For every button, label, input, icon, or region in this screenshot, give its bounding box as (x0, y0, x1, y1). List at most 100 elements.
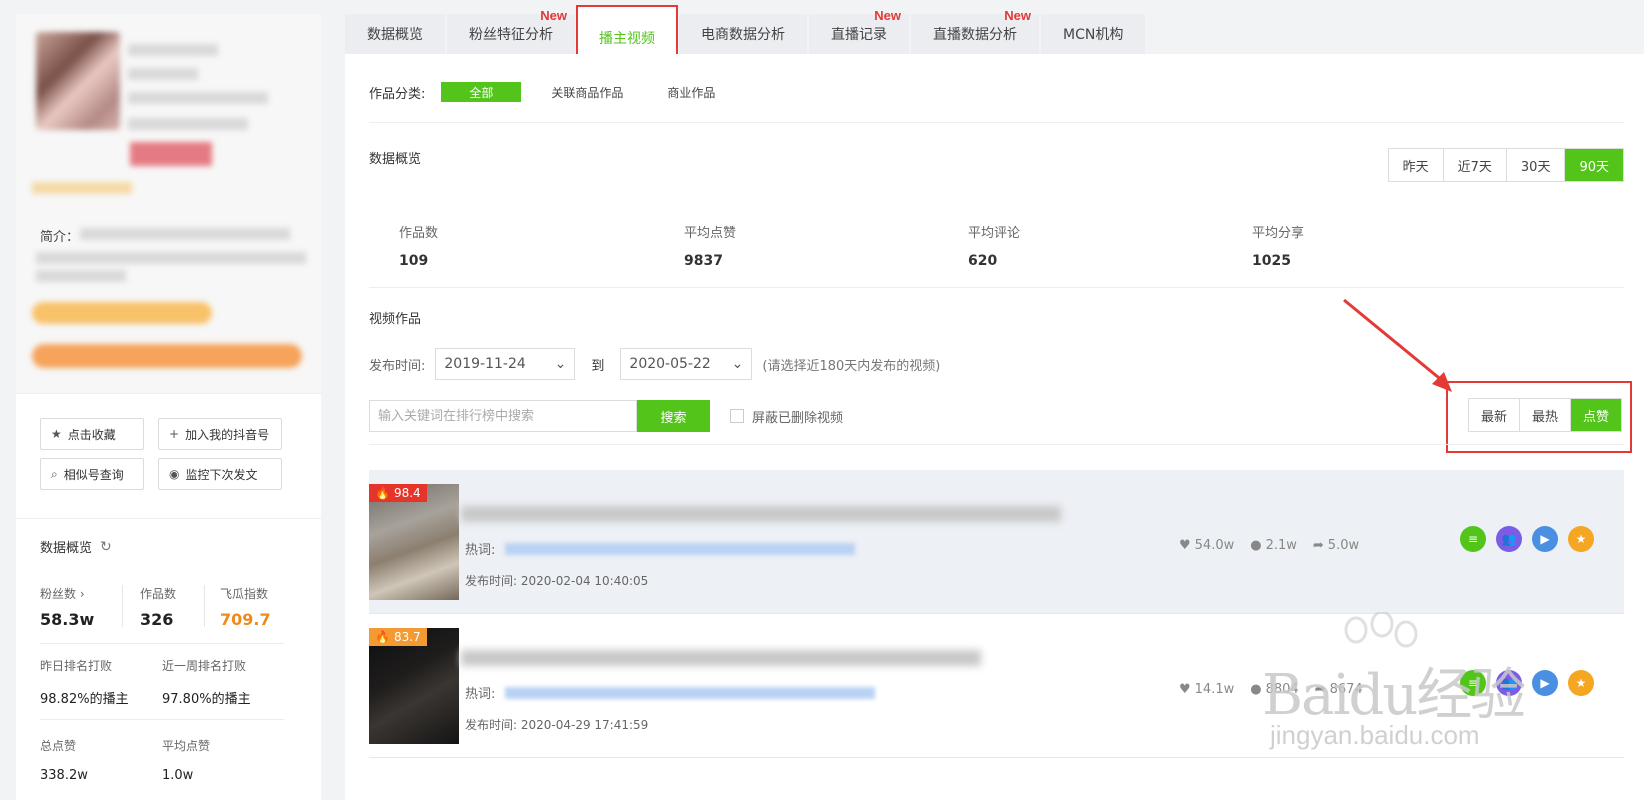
divider (40, 719, 284, 720)
contact-blurred (32, 302, 212, 324)
similar-search-button[interactable]: ⌕ 相似号查询 (40, 458, 144, 490)
video-thumbnail[interactable]: 🔥 98.4 (369, 484, 459, 600)
rank-week-stat: 近一周排名打败 97.80%的播主 (162, 659, 251, 707)
category-all[interactable]: 全部 (441, 82, 522, 102)
tab-data-overview[interactable]: 数据概览 (345, 14, 445, 54)
annotation-arrow-icon (1343, 298, 1452, 392)
favorite-button[interactable]: ★ 点击收藏 (40, 418, 144, 450)
plus-icon: + (169, 427, 180, 441)
checkbox[interactable] (730, 409, 744, 423)
total-likes-stat: 总点赞 338.2w (40, 739, 88, 783)
play-icon[interactable]: ▶ (1532, 670, 1558, 696)
category-label: 作品分类: (369, 86, 426, 102)
sort-likes[interactable]: 点赞 (1570, 399, 1621, 431)
video-title-blurred[interactable] (461, 506, 1061, 522)
account-name-blurred (128, 44, 218, 56)
tab-live-analysis[interactable]: 直播数据分析 New (911, 8, 1039, 54)
score-badge: 🔥 83.7 (369, 628, 427, 646)
publish-time: 发布时间: 2020-04-29 17:41:59 (465, 718, 649, 732)
score-badge: 🔥 98.4 (369, 484, 427, 502)
tab-mcn[interactable]: MCN机构 (1041, 14, 1146, 54)
chevron-right-icon: › (79, 587, 85, 601)
tag-blurred (130, 142, 212, 166)
share-icon: ➦ (1312, 538, 1324, 553)
location-blurred (32, 182, 132, 194)
sort-hottest[interactable]: 最热 (1520, 399, 1571, 431)
likes-metric: ♥ 14.1w (1179, 682, 1235, 697)
intro-label: 简介： (40, 230, 80, 245)
refresh-icon[interactable]: ↻ (100, 539, 112, 555)
video-title-blurred[interactable] (461, 650, 981, 666)
audience-icon[interactable]: 👥 (1496, 526, 1522, 552)
range-7-days[interactable]: 近7天 (1444, 149, 1507, 181)
divider (122, 585, 123, 627)
tab-ecommerce-analysis[interactable]: 电商数据分析 (679, 14, 807, 54)
flame-icon: 🔥 (375, 630, 390, 644)
comment-icon: ● (1250, 682, 1262, 697)
to-label: 到 (591, 358, 605, 374)
account-id-blurred (128, 68, 198, 80)
star-icon: ★ (51, 427, 62, 441)
search-button[interactable]: 搜索 (637, 400, 710, 432)
overview-avg-likes: 平均点赞 9837 (684, 226, 737, 269)
range-selector: 昨天 近7天 30天 90天 (1387, 148, 1624, 182)
new-badge: New (540, 8, 567, 23)
search-input[interactable] (369, 400, 637, 432)
overview-works: 作品数 109 (399, 226, 439, 269)
range-yesterday[interactable]: 昨天 (1389, 149, 1444, 181)
intro-text-blurred (36, 252, 306, 264)
account-meta-blurred (128, 92, 268, 104)
detail-icon[interactable]: ≡ (1460, 526, 1486, 552)
sort-latest[interactable]: 最新 (1469, 399, 1520, 431)
works-stat: 作品数 326 (140, 587, 177, 629)
profile-sidebar: 简介： ★ 点击收藏 + 加入我的抖音号 ⌕ 相似号查询 ◉ 监控下次发文 数据… (16, 14, 321, 800)
date-filter: 发布时间: 2019-11-24 ⌄ 到 2020-05-22 ⌄ (请选择近1… (369, 348, 940, 380)
account-meta-blurred (128, 118, 248, 130)
divider (369, 444, 1624, 445)
new-badge: New (1004, 8, 1031, 23)
divider (40, 643, 284, 644)
fans-stat[interactable]: 粉丝数 › 58.3w (40, 585, 94, 629)
category-linked-products[interactable]: 关联商品作品 (537, 82, 637, 102)
add-account-button[interactable]: + 加入我的抖音号 (158, 418, 282, 450)
hide-deleted-toggle[interactable]: 屏蔽已删除视频 (730, 407, 843, 426)
search-row: 搜索 屏蔽已删除视频 (369, 400, 843, 432)
videos-title: 视频作品 (369, 312, 422, 327)
eye-icon: ◉ (169, 467, 180, 481)
divider (369, 122, 1624, 123)
index-stat: 飞瓜指数 709.7 (220, 587, 271, 629)
date-hint: (请选择近180天内发布的视频) (762, 358, 941, 374)
main-tabs: 数据概览 粉丝特征分析 New 播主视频 电商数据分析 直播记录 New 直播数… (345, 5, 1146, 63)
date-from-picker[interactable]: 2019-11-24 ⌄ (435, 348, 576, 380)
avg-likes-stat: 平均点赞 1.0w (162, 739, 211, 783)
watermark-text: Baidu经验 (1262, 663, 1526, 728)
overview-avg-comments: 平均评论 620 (968, 226, 1021, 269)
play-icon[interactable]: ▶ (1532, 526, 1558, 552)
range-30-days[interactable]: 30天 (1507, 149, 1566, 181)
sort-highlight-box: 最新 最热 点赞 (1446, 381, 1632, 453)
overview-title: 数据概览 (369, 152, 422, 167)
video-thumbnail[interactable]: 🔥 83.7 (369, 628, 459, 744)
intro-text-blurred (80, 228, 290, 240)
profile-card: 简介： (16, 14, 321, 394)
date-to-picker[interactable]: 2020-05-22 ⌄ (620, 348, 753, 380)
keywords-blurred (505, 542, 856, 555)
intro-text-blurred (36, 270, 126, 282)
tab-live-records[interactable]: 直播记录 New (809, 8, 909, 54)
publish-time: 发布时间: 2020-02-04 10:40:05 (465, 574, 649, 588)
star-icon[interactable]: ★ (1568, 526, 1594, 552)
category-commercial[interactable]: 商业作品 (653, 82, 729, 102)
avatar[interactable] (36, 32, 120, 130)
star-icon[interactable]: ★ (1568, 670, 1594, 696)
hot-keywords: 热词: (465, 539, 856, 558)
heart-icon: ♥ (1179, 682, 1191, 697)
tab-fans-analysis[interactable]: 粉丝特征分析 New (447, 8, 575, 54)
category-filter: 作品分类: 全部 关联商品作品 商业作品 (369, 82, 729, 102)
monitor-button[interactable]: ◉ 监控下次发文 (158, 458, 282, 490)
video-metrics: ♥ 54.0w ● 2.1w ➦ 5.0w (1179, 538, 1359, 553)
comment-icon: ● (1250, 538, 1262, 553)
range-90-days[interactable]: 90天 (1565, 149, 1623, 181)
video-row[interactable]: 🔥 98.4 热词: 发布时间: 2020-02-04 10:40:05 ♥ 54… (369, 470, 1624, 614)
divider (204, 585, 205, 627)
flame-icon: 🔥 (375, 486, 390, 500)
